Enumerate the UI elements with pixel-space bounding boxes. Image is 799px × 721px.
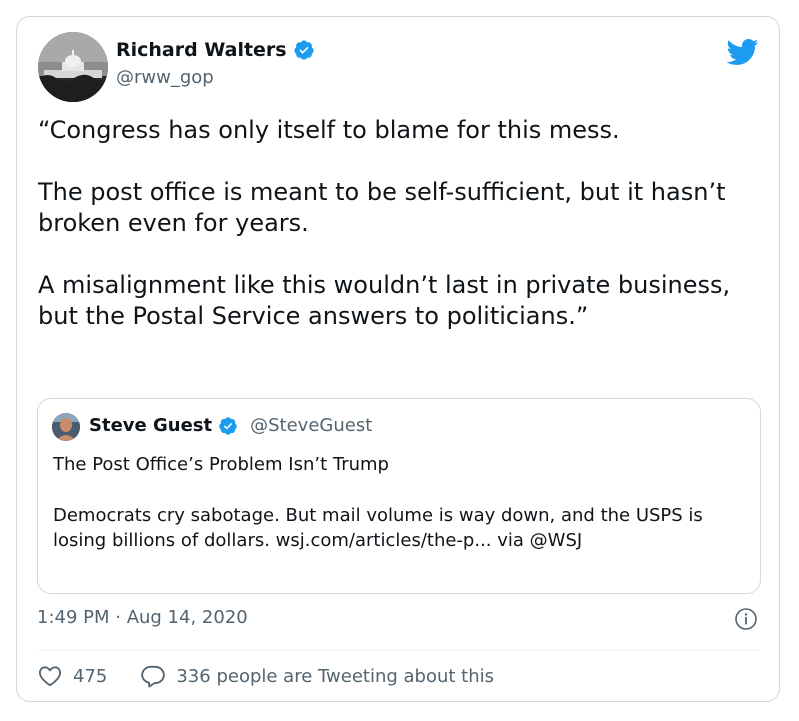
tweet-card: Richard Walters @rww_gop “Congress has o… — [16, 16, 780, 702]
author-name[interactable]: Richard Walters — [116, 39, 287, 61]
quoted-author-avatar — [52, 413, 80, 441]
verified-badge-icon — [293, 40, 314, 60]
heart-icon — [39, 666, 61, 687]
quoted-header: Steve Guest @SteveGuest — [89, 415, 372, 436]
conversation-text: 336 people are Tweeting about this — [176, 665, 495, 687]
speech-bubble-icon — [141, 665, 166, 688]
tweet-timestamp[interactable]: 1:49 PM · Aug 14, 2020 — [37, 607, 248, 628]
verified-badge-icon — [219, 416, 237, 435]
twitter-bird-icon[interactable] — [725, 38, 759, 66]
tweet-paragraph: The post office is meant to be self-suff… — [38, 178, 726, 237]
tweet-paragraph: A misalignment like this wouldn’t last i… — [38, 271, 731, 330]
quoted-avatar-photo — [52, 413, 80, 441]
divider — [37, 650, 759, 651]
author-avatar[interactable] — [38, 32, 108, 102]
quoted-tweet-body: Democrats cry sabotage. But mail volume … — [53, 505, 703, 551]
quoted-tweet[interactable]: Steve Guest @SteveGuest The Post Office’… — [37, 398, 761, 594]
quoted-article-title: The Post Office’s Problem Isn’t Trump — [53, 454, 389, 475]
quoted-author-name: Steve Guest — [89, 415, 213, 436]
author-name-row[interactable]: Richard Walters — [116, 39, 315, 61]
quoted-author-handle: @SteveGuest — [250, 415, 373, 436]
tweet-paragraph: “Congress has only itself to blame for t… — [38, 116, 620, 144]
conversation-link[interactable]: 336 people are Tweeting about this — [140, 663, 494, 689]
capitol-photo-avatar — [38, 32, 108, 102]
info-icon[interactable] — [734, 607, 758, 631]
like-button[interactable]: 475 — [37, 663, 107, 689]
tweet-text: “Congress has only itself to blame for t… — [38, 115, 758, 363]
like-count: 475 — [73, 665, 108, 687]
author-handle[interactable]: @rww_gop — [116, 67, 214, 88]
tweet-actions: 475 336 people are Tweeting about this — [37, 663, 494, 689]
